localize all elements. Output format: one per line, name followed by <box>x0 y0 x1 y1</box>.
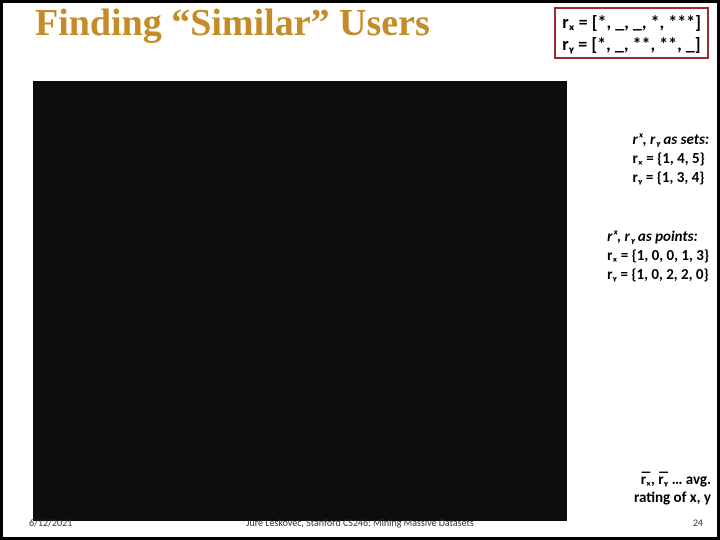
rx-vector: rₓ = [*, _, _, *, ***] <box>562 11 701 33</box>
sets-note-header: rₓ, rᵧ as sets: <box>633 131 709 150</box>
slide-title: Finding “Similar” Users <box>35 1 430 45</box>
points-note-ry: rᵧ = {1, 0, 2, 2, 0} <box>607 266 709 285</box>
sets-note-rx: rₓ = {1, 4, 5} <box>633 150 709 169</box>
points-note-header: rₓ, rᵧ as points: <box>607 228 709 247</box>
sets-note-ry: rᵧ = {1, 3, 4} <box>633 169 709 188</box>
avg-note-line2: rating of x, y <box>634 489 711 507</box>
avg-note-line1: r̅ₓ, r̅ᵧ … avg. <box>634 471 711 489</box>
redacted-content-block <box>33 81 567 521</box>
avg-note: r̅ₓ, r̅ᵧ … avg. rating of x, y <box>634 471 711 507</box>
ry-vector: rᵧ = [*, _, **, **, _] <box>562 33 701 55</box>
footer-center: Jure Leskovec, Stanford CS246: Mining Ma… <box>3 516 717 529</box>
rating-vectors-box: rₓ = [*, _, _, *, ***] rᵧ = [*, _, **, *… <box>554 7 709 59</box>
footer-page-number: 24 <box>693 516 703 529</box>
points-note: rₓ, rᵧ as points: rₓ = {1, 0, 0, 1, 3} r… <box>607 228 709 284</box>
slide: Finding “Similar” Users rₓ = [*, _, _, *… <box>3 3 717 537</box>
points-note-rx: rₓ = {1, 0, 0, 1, 3} <box>607 247 709 266</box>
sets-note: rₓ, rᵧ as sets: rₓ = {1, 4, 5} rᵧ = {1, … <box>633 131 709 187</box>
